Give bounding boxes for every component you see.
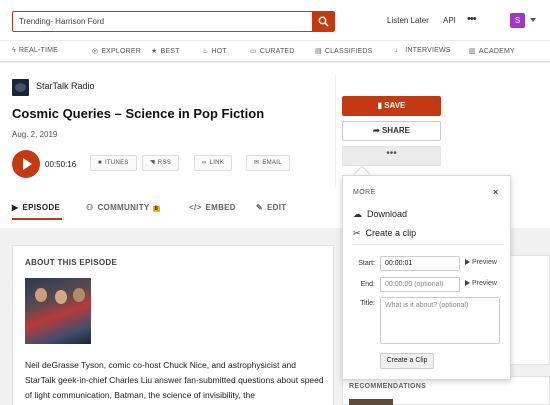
show-logo[interactable] xyxy=(12,79,29,96)
about-episode-card: ABOUT THIS EPISODE Neil deGrasse Tyson, … xyxy=(12,245,334,405)
episode-date: Aug. 2, 2019 xyxy=(12,130,58,139)
recommendation-thumbnail[interactable] xyxy=(349,399,393,405)
play-icon xyxy=(465,259,470,265)
save-button[interactable]: ▮ SAVE xyxy=(342,96,441,116)
divider xyxy=(335,75,336,187)
apple-icon: ■ xyxy=(98,160,102,166)
share-icon: ➦ xyxy=(373,126,382,135)
close-icon[interactable]: × xyxy=(493,187,498,197)
book-icon: ▥ xyxy=(469,48,476,55)
bolt-icon: ϟ xyxy=(12,47,16,54)
start-label: Start: xyxy=(358,260,375,267)
create-clip-button[interactable]: Create a Clip xyxy=(380,353,434,369)
recommendations-card: RECOMMENDATIONS xyxy=(342,376,550,405)
chevron-down-icon[interactable] xyxy=(530,18,536,22)
nav-item-classifieds[interactable]: ▤ CLASSIFIEDS xyxy=(315,47,373,55)
envelope-icon: ✉ xyxy=(254,160,260,166)
create-clip-option[interactable]: ✂ Create a clip xyxy=(353,228,416,239)
users-icon: ⚇ xyxy=(86,203,94,212)
page-title: Cosmic Queries – Science in Pop Fiction xyxy=(12,106,265,121)
nav-item-hot[interactable]: ♨ HOT xyxy=(202,47,227,55)
api-link[interactable]: API xyxy=(443,16,456,25)
play-icon: ▶ xyxy=(12,203,19,212)
search-button[interactable] xyxy=(312,11,335,32)
microphone-icon: ♩ xyxy=(395,47,403,54)
listen-later-link[interactable]: Listen Later xyxy=(387,16,429,25)
clip-title-field[interactable] xyxy=(380,297,500,344)
star-icon: ★ xyxy=(151,48,158,55)
more-popup: MORE × ☁Download ✂Create a clip Start: P… xyxy=(342,175,511,380)
compass-icon: ◎ xyxy=(92,48,99,55)
play-icon xyxy=(465,280,470,286)
main-nav: ϟ REAL-TIME ◎ EXPLORER ★ BEST ♨ HOT ▭ CURATED… xyxy=(0,40,550,62)
about-title: ABOUT THIS EPISODE xyxy=(25,258,118,267)
nav-item-explorer[interactable]: ◎ EXPLORER xyxy=(92,47,141,55)
folder-icon: ▭ xyxy=(250,48,257,55)
itunes-button[interactable]: ■ ITUNES xyxy=(90,155,137,171)
nav-item-best[interactable]: ★ BEST xyxy=(151,47,180,55)
flame-icon: ♨ xyxy=(202,48,209,55)
cloud-download-icon: ☁ xyxy=(353,209,362,219)
email-button[interactable]: ✉ EMAIL xyxy=(246,155,290,171)
newspaper-icon: ▤ xyxy=(315,48,322,55)
scissors-icon: ✂ xyxy=(353,228,361,238)
divider xyxy=(353,244,503,245)
tab-embed[interactable]: </> EMBED xyxy=(189,203,236,212)
recommendations-title: RECOMMENDATIONS xyxy=(349,383,427,390)
clip-start-field[interactable] xyxy=(380,256,460,271)
preview-end-button[interactable]: Preview xyxy=(465,280,497,287)
tab-edit[interactable]: ✎ EDIT xyxy=(256,203,286,212)
nav-item-academy[interactable]: ▥ ACADEMY xyxy=(469,47,515,55)
search-input[interactable] xyxy=(12,11,312,32)
episode-duration: 00:50:16 xyxy=(45,160,77,169)
rss-button[interactable]: ◥ RSS xyxy=(142,155,180,171)
search-icon xyxy=(318,16,329,27)
clip-end-field[interactable] xyxy=(380,277,460,292)
nav-item-curated[interactable]: ▭ CURATED xyxy=(250,47,295,55)
more-menu-icon[interactable]: ••• xyxy=(467,13,477,25)
download-option[interactable]: ☁ Download xyxy=(353,209,407,220)
tab-community[interactable]: ⚇ COMMUNITY 8 xyxy=(86,203,161,212)
nav-item-interviews[interactable]: ♩ INTERVIEWS xyxy=(395,47,451,54)
code-icon: </> xyxy=(189,203,202,212)
popup-title: MORE xyxy=(353,189,376,196)
nav-item-real-time[interactable]: ϟ REAL-TIME xyxy=(12,47,58,54)
top-bar: Listen Later API ••• S xyxy=(0,0,550,40)
link-button[interactable]: ∞ LINK xyxy=(194,155,233,171)
episode-description: Neil deGrasse Tyson, comic co-host Chuck… xyxy=(25,360,324,400)
share-button[interactable]: ➦ SHARE xyxy=(342,121,441,141)
avatar[interactable]: S xyxy=(510,13,525,28)
community-count-badge: 8 xyxy=(152,206,161,212)
show-name[interactable]: StarTalk Radio xyxy=(36,81,95,91)
more-button[interactable]: ••• xyxy=(342,146,441,166)
link-icon: ∞ xyxy=(202,160,207,166)
tab-episode[interactable]: ▶ EPISODE xyxy=(12,203,60,212)
end-label: End: xyxy=(360,281,375,288)
edit-icon: ✎ xyxy=(256,203,264,212)
preview-start-button[interactable]: Preview xyxy=(465,259,497,266)
active-tab-indicator xyxy=(12,218,62,220)
title-label: Title: xyxy=(360,300,375,307)
play-button[interactable] xyxy=(12,150,40,178)
rss-icon: ◥ xyxy=(150,160,155,166)
episode-image xyxy=(25,278,91,344)
